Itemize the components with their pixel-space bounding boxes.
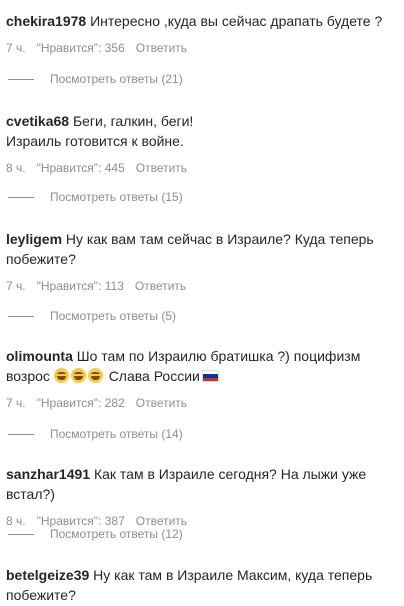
- reply-button[interactable]: Ответить: [136, 41, 187, 55]
- comment: betelgeize39 Ну как там в Израиле Максим…: [6, 565, 400, 605]
- comment-username[interactable]: chekira1978: [6, 13, 86, 29]
- grinning-sweat-emoji-icon: [53, 368, 69, 383]
- replies-line: [8, 315, 34, 317]
- comment-meta: 8 ч. "Нравится": 445 Ответить: [6, 160, 400, 176]
- reply-button[interactable]: Ответить: [136, 396, 187, 410]
- comment-username[interactable]: cvetika68: [6, 113, 69, 129]
- comment-meta: 7 ч. "Нравится": 356 Ответить: [6, 40, 400, 56]
- russia-flag-icon: [201, 370, 219, 382]
- comment-username[interactable]: sanzhar1491: [6, 466, 90, 482]
- view-replies-button[interactable]: Посмотреть ответы (14): [8, 426, 183, 442]
- comment-likes[interactable]: "Нравится": 356: [37, 41, 125, 55]
- comment-likes[interactable]: "Нравится": 282: [37, 396, 125, 410]
- comment-likes[interactable]: "Нравится": 445: [37, 161, 125, 175]
- comment-text: cvetika68 Беги, галкин, беги! Израиль гот…: [6, 113, 194, 149]
- comment-text: olimounta Шо там по Израилю братишка ?) …: [6, 348, 361, 384]
- comment-meta: 7 ч. "Нравится": 282 Ответить: [6, 395, 400, 411]
- view-replies-button[interactable]: Посмотреть ответы (15): [8, 189, 183, 205]
- comment: cvetika68 Беги, галкин, беги! Израиль гот…: [6, 111, 400, 176]
- comment-text: sanzhar1491 Как там в Израиле сегодня? Н…: [6, 466, 367, 502]
- view-replies-button[interactable]: Посмотреть ответы (21): [8, 71, 183, 87]
- comment-username[interactable]: betelgeize39: [6, 567, 89, 583]
- comment: olimounta Шо там по Израилю братишка ?) …: [6, 346, 400, 411]
- comment: chekira1978 Интересно ,куда вы сейчас др…: [6, 11, 400, 56]
- comment-likes[interactable]: "Нравится": 113: [37, 279, 124, 293]
- view-replies-button[interactable]: Посмотреть ответы (5): [8, 308, 176, 324]
- comment: leyligem Ну как вам там сейчас в Израиле…: [6, 229, 400, 294]
- replies-line: [8, 433, 34, 435]
- reply-button[interactable]: Ответить: [136, 161, 187, 175]
- comment-time: 8 ч.: [6, 161, 26, 175]
- grinning-sweat-emoji-icon: [87, 368, 103, 383]
- replies-line: [8, 196, 34, 198]
- comment: sanzhar1491 Как там в Израиле сегодня? Н…: [6, 464, 400, 529]
- comment-text: leyligem Ну как вам там сейчас в Израиле…: [6, 231, 374, 267]
- comment-username[interactable]: leyligem: [6, 231, 62, 247]
- comment-time: 7 ч.: [6, 279, 26, 293]
- replies-line: [8, 533, 34, 535]
- view-replies-button[interactable]: Посмотреть ответы (12): [8, 526, 183, 542]
- reply-button[interactable]: Ответить: [135, 279, 186, 293]
- comment-text: betelgeize39 Ну как там в Израиле Максим…: [6, 567, 373, 603]
- grinning-sweat-emoji-icon: [70, 368, 86, 383]
- replies-line: [8, 78, 34, 80]
- comment-username[interactable]: olimounta: [6, 348, 73, 364]
- comment-time: 7 ч.: [6, 41, 26, 55]
- comment-text: chekira1978 Интересно ,куда вы сейчас др…: [6, 13, 383, 29]
- comment-meta: 7 ч. "Нравится": 113 Ответить: [6, 278, 400, 294]
- comment-time: 7 ч.: [6, 396, 26, 410]
